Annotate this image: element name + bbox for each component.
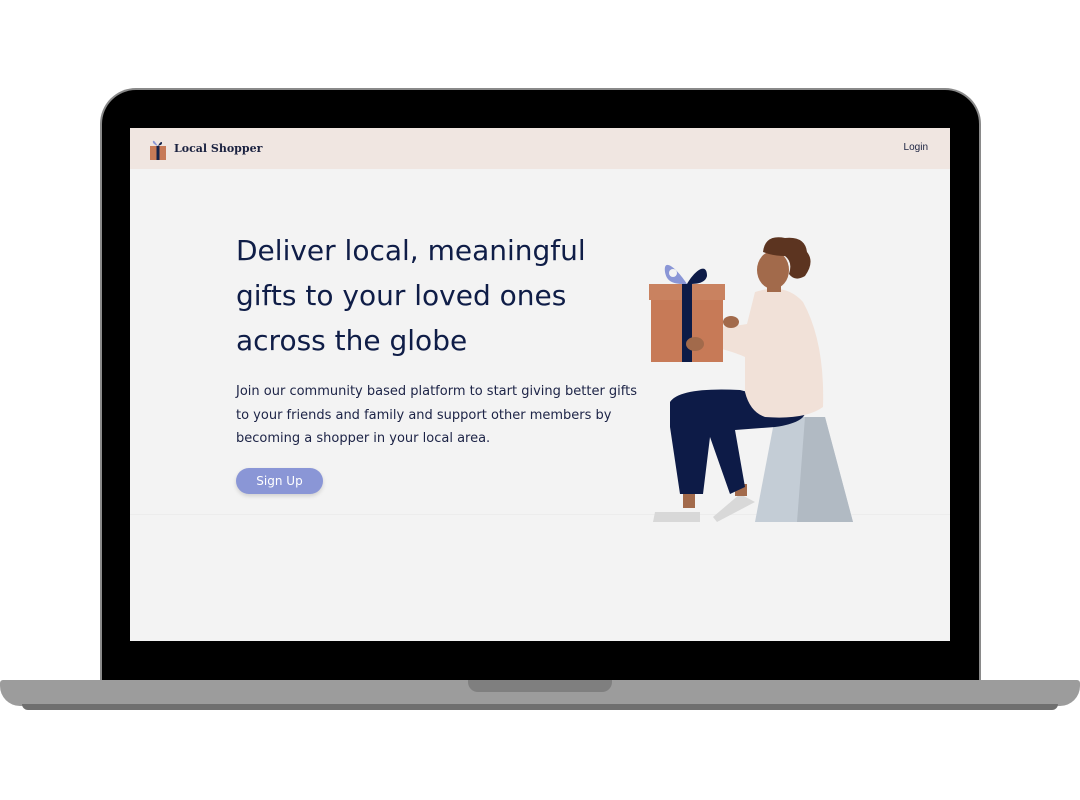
hero-description: Join our community based platform to sta… — [236, 384, 638, 446]
brand[interactable]: Local Shopper — [149, 138, 262, 160]
hero-title: Deliver local, meaningful gifts to your … — [236, 234, 586, 357]
laptop-notch — [468, 680, 612, 692]
laptop-base-shadow — [22, 704, 1058, 710]
gift-box-icon — [150, 140, 166, 160]
navbar: Local Shopper Login — [130, 128, 950, 169]
login-link[interactable]: Login — [904, 142, 928, 153]
sign-up-button[interactable]: Sign Up — [236, 468, 323, 494]
website-screen: Local Shopper Login Deliver local, meani… — [130, 128, 950, 641]
person-holding-gift-illustration — [649, 237, 853, 522]
brand-name: Local Shopper — [174, 142, 263, 155]
